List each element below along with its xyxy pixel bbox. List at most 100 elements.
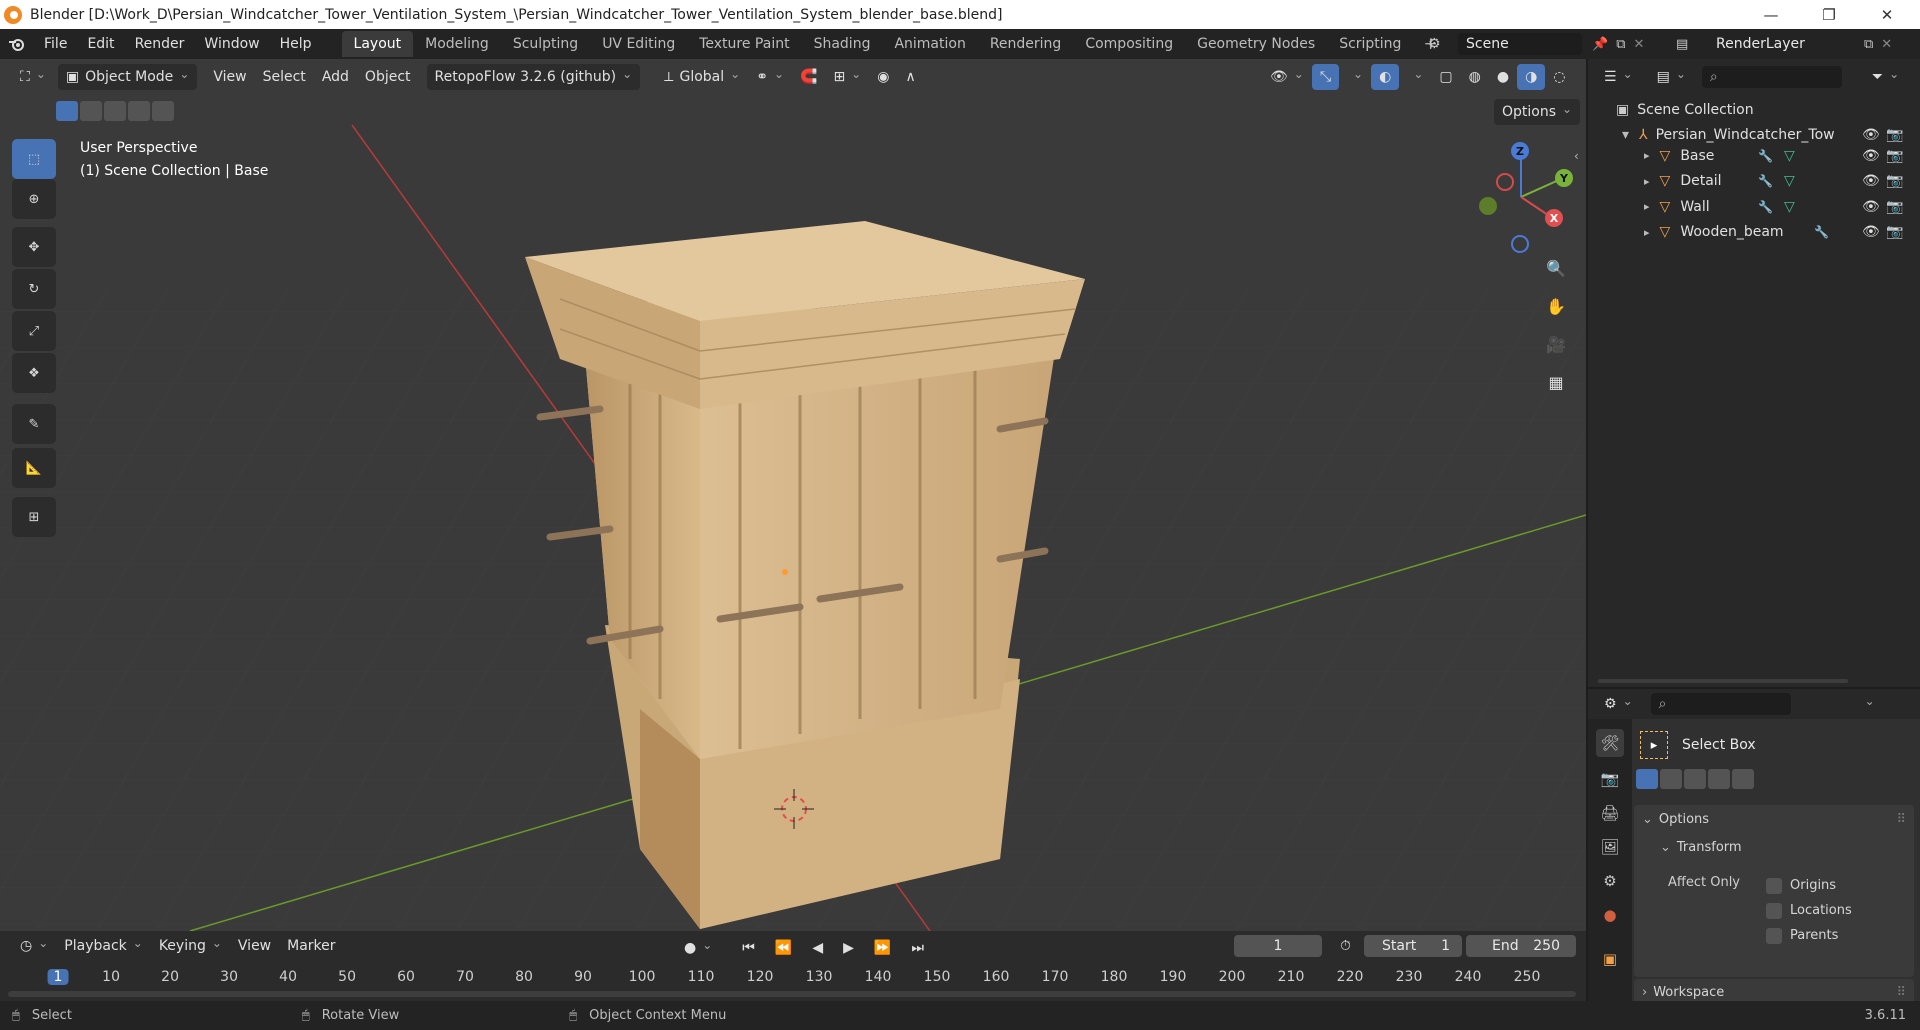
visibility-eye-icon[interactable]: 👁 (1862, 199, 1880, 215)
properties-search-input[interactable]: ⌕ (1650, 693, 1791, 715)
gizmo-z-axis[interactable]: Z (1511, 142, 1529, 160)
viewport-menu-view[interactable]: View (205, 64, 254, 90)
modifier-wrench-icon[interactable]: 🔧 (1758, 149, 1773, 163)
options-drag-handle[interactable]: ⠿ (1896, 812, 1906, 827)
solid-shading-icon[interactable]: ● (1489, 64, 1517, 90)
menu-help[interactable]: Help (270, 36, 322, 52)
checkbox-row-parents[interactable]: Parents (1766, 923, 1852, 948)
properties-editor-type-icon[interactable]: ⚙ (1596, 691, 1641, 717)
zoom-view-icon[interactable]: 🔍 (1542, 254, 1570, 282)
maximize-button[interactable]: ❐ (1800, 0, 1858, 29)
tab-shading[interactable]: Shading (802, 31, 883, 57)
checkbox-locations[interactable] (1766, 902, 1782, 919)
view-layer-icon[interactable]: ▤ (1676, 37, 1708, 52)
object-tab-icon[interactable]: ▣ (1596, 945, 1624, 973)
viewport-menu-select[interactable]: Select (255, 64, 314, 90)
pin-icon[interactable]: 📌 (1592, 37, 1608, 52)
select-intersect-icon[interactable] (152, 101, 174, 121)
rotate-tool-icon[interactable]: ↻ (12, 269, 56, 309)
prop-select-subtract-icon[interactable] (1684, 769, 1706, 789)
delete-scene-icon[interactable]: ✕ (1633, 37, 1644, 52)
gizmo-neg-x-axis[interactable] (1496, 173, 1514, 191)
navigation-gizmo[interactable]: Z Y X (1466, 137, 1576, 253)
annotate-tool-icon[interactable]: ✎ (12, 404, 56, 444)
mesh-data-icon[interactable]: ▽ (1784, 173, 1795, 189)
outliner-object-row[interactable]: ▸ ▽ Wall 🔧 ▽ 👁 📷 (1588, 194, 1920, 219)
gizmo-y-axis[interactable]: Y (1555, 169, 1573, 187)
retopoflow-dropdown[interactable]: RetopoFlow 3.2.6 (github) (426, 64, 641, 90)
expand-arrow-icon[interactable]: ▸ (1644, 149, 1650, 162)
falloff-icon[interactable]: ∧ (897, 64, 923, 90)
tab-texture-paint[interactable]: Texture Paint (687, 31, 801, 57)
outliner-search-input[interactable]: ⌕ (1701, 66, 1842, 88)
collapse-arrow-icon[interactable]: ▾ (1622, 127, 1629, 143)
viewport-menu-add[interactable]: Add (314, 64, 357, 90)
cursor-tool-icon[interactable]: ⊕ (12, 179, 56, 219)
modifier-wrench-icon[interactable]: 🔧 (1758, 174, 1773, 188)
visibility-eye-icon[interactable]: 👁 (1862, 173, 1880, 189)
scene-tab-icon[interactable]: ⚙ (1596, 867, 1624, 895)
render-camera-icon[interactable]: 📷 (1886, 148, 1903, 164)
expand-arrow-icon[interactable]: ▸ (1644, 175, 1650, 188)
snap-target-dropdown[interactable]: ⊞ (825, 64, 869, 90)
wireframe-shading-icon[interactable]: ◍ (1461, 64, 1489, 90)
gizmo-toggle-icon[interactable]: ⤡ (1311, 64, 1340, 90)
current-frame-indicator[interactable]: 1 (47, 969, 69, 985)
gizmo-neg-y-axis[interactable] (1479, 197, 1497, 215)
tab-geometry-nodes[interactable]: Geometry Nodes (1185, 31, 1327, 57)
mesh-data-icon[interactable]: ▽ (1784, 199, 1795, 215)
options-section-header[interactable]: ⌄ Options ⠿ (1634, 805, 1914, 833)
proportional-edit-icon[interactable]: ◉ (869, 64, 897, 90)
modifier-wrench-icon[interactable]: 🔧 (1758, 200, 1773, 214)
render-camera-icon[interactable]: 📷 (1886, 173, 1903, 189)
delete-view-layer-icon[interactable]: ✕ (1881, 37, 1892, 52)
output-tab-icon[interactable]: 🖨 (1596, 799, 1624, 827)
blender-menu-icon[interactable] (0, 36, 34, 52)
menu-edit[interactable]: Edit (77, 36, 124, 52)
pan-view-icon[interactable]: ✋ (1542, 292, 1570, 320)
outliner-object-row[interactable]: ▸ ▽ Wooden_beam 🔧 👁 📷 (1588, 220, 1920, 245)
visibility-eye-icon[interactable]: 👁 (1862, 224, 1880, 240)
ortho-toggle-icon[interactable]: ▦ (1542, 368, 1570, 396)
viewport-options-dropdown[interactable]: Options (1494, 99, 1581, 125)
outliner-object-row[interactable]: ▸ ▽ Detail 🔧 ▽ 👁 📷 (1588, 169, 1920, 194)
timeline-editor[interactable]: ◷ PlaybackKeyingViewMarker ● ⏮ ⏪ ◀ ▶ ⏩ ⏭… (0, 931, 1586, 1001)
prop-select-invert-icon[interactable] (1708, 769, 1730, 789)
select-box-tool-icon[interactable]: ⬚ (12, 139, 56, 179)
gizmo-dropdown[interactable] (1339, 64, 1371, 90)
checkbox-row-locations[interactable]: Locations (1766, 898, 1852, 923)
expand-arrow-icon[interactable]: ▸ (1644, 226, 1650, 239)
close-button[interactable]: ✕ (1858, 0, 1916, 29)
collection-visibility-icon[interactable]: 👁 (1862, 127, 1880, 143)
shading-dropdown[interactable] (1574, 64, 1587, 90)
viewport-menu-object[interactable]: Object (357, 64, 419, 90)
snap-toggle-icon[interactable]: 🧲 (792, 64, 825, 90)
scene-selector-icon[interactable]: ⚙ (1428, 36, 1458, 52)
transform-tool-icon[interactable]: ❖ (12, 353, 56, 393)
prop-select-new-icon[interactable] (1636, 769, 1658, 789)
tab-modeling[interactable]: Modeling (413, 31, 501, 57)
outliner-object-row[interactable]: ▸ ▽ Base 🔧 ▽ 👁 📷 (1588, 143, 1920, 168)
collection-render-icon[interactable]: 📷 (1886, 127, 1903, 143)
transform-subsection-header[interactable]: ⌄ Transform (1634, 833, 1914, 861)
measure-tool-icon[interactable]: 📐 (12, 448, 56, 488)
prop-select-intersect-icon[interactable] (1732, 769, 1754, 789)
minimize-button[interactable]: — (1742, 0, 1800, 29)
checkbox-origins[interactable] (1766, 877, 1782, 894)
scale-tool-icon[interactable]: ⤢ (12, 311, 56, 351)
move-tool-icon[interactable]: ✥ (12, 227, 56, 267)
viewport-scene[interactable] (0, 59, 1586, 931)
new-scene-icon[interactable]: ⧉ (1616, 37, 1625, 52)
select-invert-icon[interactable] (128, 101, 150, 121)
pivot-point-dropdown[interactable]: ⚭ (748, 64, 792, 90)
menu-file[interactable]: File (34, 36, 77, 52)
menu-render[interactable]: Render (125, 36, 195, 52)
modifier-wrench-icon[interactable]: 🔧 (1814, 225, 1829, 239)
prop-select-extend-icon[interactable] (1660, 769, 1682, 789)
overlay-dropdown[interactable] (1399, 64, 1431, 90)
3d-viewport[interactable]: ⛶ ▣ Object Mode ViewSelectAddObject Reto… (0, 59, 1586, 931)
add-cube-tool-icon[interactable]: ⊞ (12, 497, 56, 537)
visibility-dropdown[interactable]: 👁 (1262, 64, 1312, 90)
tool-tab-icon[interactable]: 🛠 (1596, 729, 1624, 757)
xray-toggle-icon[interactable]: ▢ (1431, 64, 1460, 90)
